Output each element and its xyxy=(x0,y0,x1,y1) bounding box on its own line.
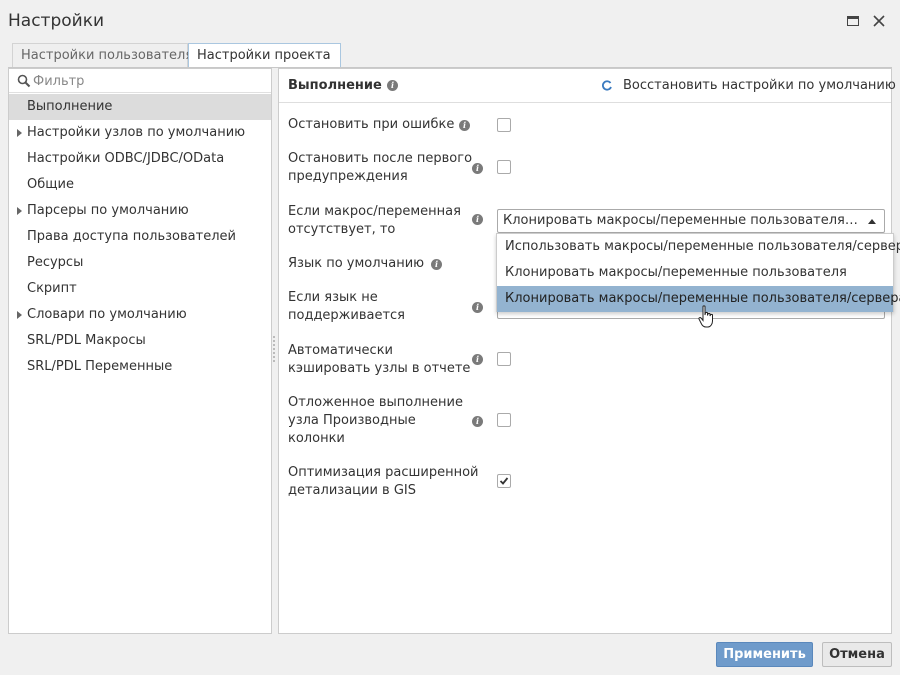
chevron-up-icon xyxy=(868,219,876,224)
stop-on-error-label: Остановить при ошибке xyxy=(288,117,455,132)
tab-user-settings[interactable]: Настройки пользователя xyxy=(12,43,193,68)
tree-item-resources[interactable]: Ресурсы xyxy=(9,250,271,276)
panel-splitter[interactable] xyxy=(273,336,276,366)
tree-item-general[interactable]: Общие xyxy=(9,172,271,198)
filter-input[interactable] xyxy=(33,71,263,91)
tree-item-label: Выполнение xyxy=(27,99,113,114)
missing-macro-label: Если макрос/переменная отсутствует, то xyxy=(288,204,461,237)
dropdown-option[interactable]: Клонировать макросы/переменные пользоват… xyxy=(497,260,893,286)
close-button[interactable] xyxy=(870,12,888,30)
info-icon[interactable]: i xyxy=(472,302,483,313)
tree-item-parsers[interactable]: Парсеры по умолчанию xyxy=(9,198,271,224)
close-icon xyxy=(873,15,885,27)
auto-cache-label: Автоматически кэшировать узлы в отчете xyxy=(288,343,471,376)
info-icon[interactable]: i xyxy=(431,259,442,270)
tree-item-label: SRL/PDL Переменные xyxy=(27,359,173,374)
unsupported-language-label: Если язык не поддерживается xyxy=(288,290,406,323)
section-title: Выполнение xyxy=(288,78,382,93)
tree-item-execution[interactable]: Выполнение xyxy=(9,94,271,120)
tree-item-label: Настройки узлов по умолчанию xyxy=(27,125,246,140)
settings-tree-panel: Выполнение Настройки узлов по умолчанию … xyxy=(8,68,272,634)
tree-item-label: Права доступа пользователей xyxy=(27,229,236,244)
apply-button[interactable]: Применить xyxy=(716,642,813,667)
tree-item-label: Настройки ODBC/JDBC/OData xyxy=(27,151,225,166)
dropdown-option[interactable]: Использовать макросы/переменные пользова… xyxy=(497,234,900,260)
expand-arrow-icon[interactable] xyxy=(17,207,22,215)
title-bar: Настройки xyxy=(0,0,900,42)
missing-macro-dropdown: Использовать макросы/переменные пользова… xyxy=(496,233,900,312)
dropdown-option-highlighted[interactable]: Клонировать макросы/переменные пользоват… xyxy=(497,286,900,312)
tree-item-label: Общие xyxy=(27,177,74,192)
maximize-button[interactable] xyxy=(844,12,862,30)
tree-item-script[interactable]: Скрипт xyxy=(9,276,271,302)
tree-item-dictionaries[interactable]: Словари по умолчанию xyxy=(9,302,271,328)
deferred-exec-label: Отложенное выполнение узла Производные кол… xyxy=(288,395,463,446)
tree-item-label: Парсеры по умолчанию xyxy=(27,203,189,218)
tree-item-label: Скрипт xyxy=(27,281,77,296)
cancel-button[interactable]: Отмена xyxy=(822,642,892,667)
refresh-icon xyxy=(602,80,612,91)
info-icon[interactable]: i xyxy=(472,416,483,427)
hand-cursor-icon xyxy=(698,305,713,328)
info-icon[interactable]: i xyxy=(472,214,483,225)
tree-item-odbc[interactable]: Настройки ODBC/JDBC/OData xyxy=(9,146,271,172)
stop-on-warning-checkbox[interactable] xyxy=(497,160,511,174)
settings-tree: Выполнение Настройки узлов по умолчанию … xyxy=(9,94,271,380)
tree-item-node-defaults[interactable]: Настройки узлов по умолчанию xyxy=(9,120,271,146)
tree-item-label: Ресурсы xyxy=(27,255,84,270)
expand-arrow-icon[interactable] xyxy=(17,129,22,137)
missing-macro-select-value: Клонировать макросы/переменные пользоват… xyxy=(503,213,861,228)
tree-item-srl-variables[interactable]: SRL/PDL Переменные xyxy=(9,354,271,380)
checkmark-icon xyxy=(499,477,509,485)
settings-detail-panel: Выполнение i Восстановить настройки по у… xyxy=(278,68,896,634)
info-icon[interactable]: i xyxy=(472,354,483,365)
info-icon[interactable]: i xyxy=(472,163,483,174)
missing-macro-select[interactable]: Клонировать макросы/переменные пользоват… xyxy=(497,209,885,233)
tree-item-srl-macros[interactable]: SRL/PDL Макросы xyxy=(9,328,271,354)
stop-on-warning-label: Остановить после первого предупреждения xyxy=(288,151,473,184)
tree-item-label: Словари по умолчанию xyxy=(27,307,187,322)
tab-project-settings[interactable]: Настройки проекта xyxy=(188,43,341,68)
section-header: Выполнение i Восстановить настройки по у… xyxy=(279,69,896,103)
auto-cache-checkbox[interactable] xyxy=(497,352,511,366)
window-title: Настройки xyxy=(8,11,105,31)
restore-defaults-label: Восстановить настройки по умолчанию xyxy=(623,78,896,93)
deferred-exec-checkbox[interactable] xyxy=(497,413,511,427)
expand-arrow-icon[interactable] xyxy=(17,311,22,319)
info-icon[interactable]: i xyxy=(459,120,470,131)
maximize-icon xyxy=(847,16,859,26)
stop-on-error-checkbox[interactable] xyxy=(497,118,511,132)
gis-optimization-checkbox[interactable] xyxy=(497,474,511,488)
tree-item-user-permissions[interactable]: Права доступа пользователей xyxy=(9,224,271,250)
search-icon xyxy=(17,74,31,88)
tree-item-label: SRL/PDL Макросы xyxy=(27,333,146,348)
filter-box xyxy=(9,69,271,93)
default-language-label: Язык по умолчанию xyxy=(288,256,425,271)
gis-optimization-label: Оптимизация расширенной детализации в GIS xyxy=(288,465,479,498)
info-icon[interactable]: i xyxy=(387,80,398,91)
